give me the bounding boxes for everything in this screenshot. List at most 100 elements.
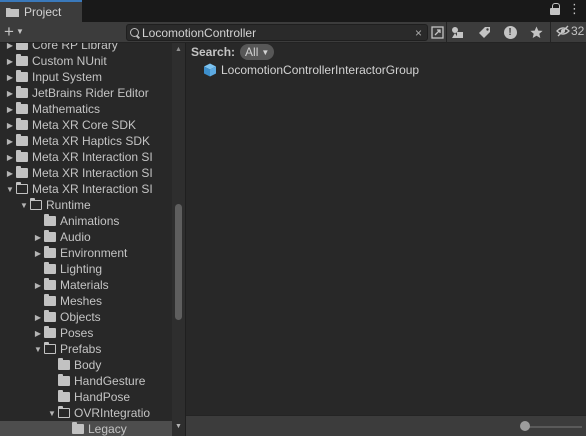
scroll-thumb[interactable] <box>175 204 182 320</box>
tree-item-label: Custom NUnit <box>32 54 107 68</box>
chevron-right-icon[interactable]: ▶ <box>4 137 16 146</box>
tree-item-label: HandPose <box>74 390 131 404</box>
tree-item[interactable]: ▼ Prefabs <box>0 341 172 357</box>
filter-by-type-button[interactable] <box>448 23 468 42</box>
tree-scrollbar[interactable]: ▲ ▼ <box>172 43 185 436</box>
tree-item[interactable]: Lighting <box>0 261 172 277</box>
tree-item[interactable]: HandPose <box>0 389 172 405</box>
tree-item[interactable]: Body <box>0 357 172 373</box>
folder-icon <box>16 150 28 162</box>
chevron-right-icon[interactable]: ▶ <box>4 73 16 82</box>
favorites-button[interactable] <box>526 23 546 42</box>
chevron-down-icon[interactable]: ▼ <box>4 185 16 194</box>
chevron-right-icon[interactable]: ▶ <box>32 313 44 322</box>
folder-icon <box>16 166 28 178</box>
hidden-packages-toggle[interactable]: 32 <box>556 24 584 38</box>
folder-tree: ▶ Core RP Library ▶ Custom NUnit ▶ Input Syst… <box>0 43 185 436</box>
tree-item-label: Materials <box>60 278 109 292</box>
chevron-right-icon[interactable]: ▶ <box>4 57 16 66</box>
shapes-icon <box>452 27 463 38</box>
folder-icon <box>16 118 28 130</box>
tree-item[interactable]: ▶ Core RP Library <box>0 43 172 53</box>
chevron-right-icon[interactable]: ▶ <box>4 153 16 162</box>
tree-item[interactable]: ▶ Input System <box>0 69 172 85</box>
tree-item[interactable]: ▶ Mathematics <box>0 101 172 117</box>
folder-icon <box>16 54 28 66</box>
tree-item[interactable]: Animations <box>0 213 172 229</box>
eye-slash-icon <box>556 25 570 37</box>
chevron-right-icon[interactable]: ▶ <box>32 249 44 258</box>
log-filter-button[interactable]: ! <box>500 23 520 42</box>
tree-item-label: Meshes <box>60 294 103 308</box>
chevron-down-icon[interactable]: ▼ <box>46 409 58 418</box>
scroll-up-icon[interactable]: ▲ <box>175 46 182 53</box>
list-item[interactable]: LocomotionControllerInteractorGroup <box>203 63 419 77</box>
tree-item[interactable]: ▶ Meta XR Interaction SI <box>0 149 172 165</box>
chevron-right-icon[interactable]: ▶ <box>32 281 44 290</box>
tree-item-label: Poses <box>60 326 94 340</box>
tree-item[interactable]: ▶ Meta XR Interaction SI <box>0 165 172 181</box>
tree-item[interactable]: ▼ Meta XR Interaction SI <box>0 181 172 197</box>
tree-item[interactable]: ▶ Meta XR Core SDK <box>0 117 172 133</box>
tree-item[interactable]: ▶ Audio <box>0 229 172 245</box>
tree-item-label: Meta XR Core SDK <box>32 118 137 132</box>
folder-icon <box>44 278 56 290</box>
tree-item[interactable]: ▶ Custom NUnit <box>0 53 172 69</box>
tree-item-label: Legacy <box>88 422 127 436</box>
tree-item-label: Meta XR Interaction SI <box>32 182 153 196</box>
tree-item-label: HandGesture <box>74 374 146 388</box>
tree-item[interactable]: ▶ Materials <box>0 277 172 293</box>
folder-icon <box>72 422 84 434</box>
chevron-down-icon[interactable]: ▼ <box>18 201 30 210</box>
tree-item-label: Core RP Library <box>32 43 118 52</box>
chevron-right-icon[interactable]: ▶ <box>32 233 44 242</box>
tree-item[interactable]: Meshes <box>0 293 172 309</box>
folder-icon <box>44 230 56 242</box>
search-input[interactable]: LocomotionController × <box>126 24 428 41</box>
folder-icon <box>16 86 28 98</box>
tree-item[interactable]: ▼ OVRIntegratio <box>0 405 172 421</box>
tree-item[interactable]: Legacy <box>0 421 172 436</box>
icon-size-slider-handle[interactable] <box>520 421 530 431</box>
tree-item[interactable]: ▶ Objects <box>0 309 172 325</box>
project-toolbar: + ▼ LocomotionController × ! 32 <box>0 22 586 43</box>
create-button[interactable]: + ▼ <box>4 23 24 40</box>
search-scope-dropdown[interactable]: All ▼ <box>240 44 275 60</box>
chevron-right-icon[interactable]: ▶ <box>4 105 16 114</box>
scroll-down-icon[interactable]: ▼ <box>175 423 182 430</box>
chevron-right-icon[interactable]: ▶ <box>4 121 16 130</box>
folder-icon <box>58 358 70 370</box>
tab-project[interactable]: Project <box>0 0 82 22</box>
tree-item[interactable]: HandGesture <box>0 373 172 389</box>
folder-icon <box>44 294 56 306</box>
kebab-menu-icon[interactable]: ⋮ <box>568 2 581 15</box>
search-scope-value: All <box>245 45 259 59</box>
tree-item-label: Objects <box>60 310 101 324</box>
search-by-type-button[interactable] <box>427 23 447 42</box>
tree-item[interactable]: ▶ Meta XR Haptics SDK <box>0 133 172 149</box>
tree-item[interactable]: ▼ Runtime <box>0 197 172 213</box>
search-results-panel: Search: All ▼ LocomotionControllerIntera… <box>186 43 586 415</box>
tree-item-label: Input System <box>32 70 103 84</box>
tab-label: Project <box>24 5 62 19</box>
chevron-right-icon[interactable]: ▶ <box>32 329 44 338</box>
lock-icon[interactable] <box>550 3 560 15</box>
clear-search-icon[interactable]: × <box>410 26 427 40</box>
icon-size-slider[interactable] <box>526 426 582 428</box>
chevron-right-icon[interactable]: ▶ <box>4 169 16 178</box>
chevron-down-icon[interactable]: ▼ <box>32 345 44 354</box>
tree-item[interactable]: ▶ Poses <box>0 325 172 341</box>
tree-item[interactable]: ▶ Environment <box>0 245 172 261</box>
tree-item-label: Environment <box>60 246 128 260</box>
tree-item-label: OVRIntegratio <box>74 406 151 420</box>
folder-icon <box>16 102 28 114</box>
chevron-right-icon[interactable]: ▶ <box>4 43 16 50</box>
folder-icon <box>16 70 28 82</box>
tree-item-label: Audio <box>60 230 91 244</box>
chevron-right-icon[interactable]: ▶ <box>4 89 16 98</box>
filter-by-label-button[interactable] <box>474 23 494 42</box>
tree-item[interactable]: ▶ JetBrains Rider Editor <box>0 85 172 101</box>
folder-open-icon <box>57 405 70 418</box>
folder-icon <box>6 8 19 17</box>
chevron-down-icon: ▼ <box>261 47 270 57</box>
